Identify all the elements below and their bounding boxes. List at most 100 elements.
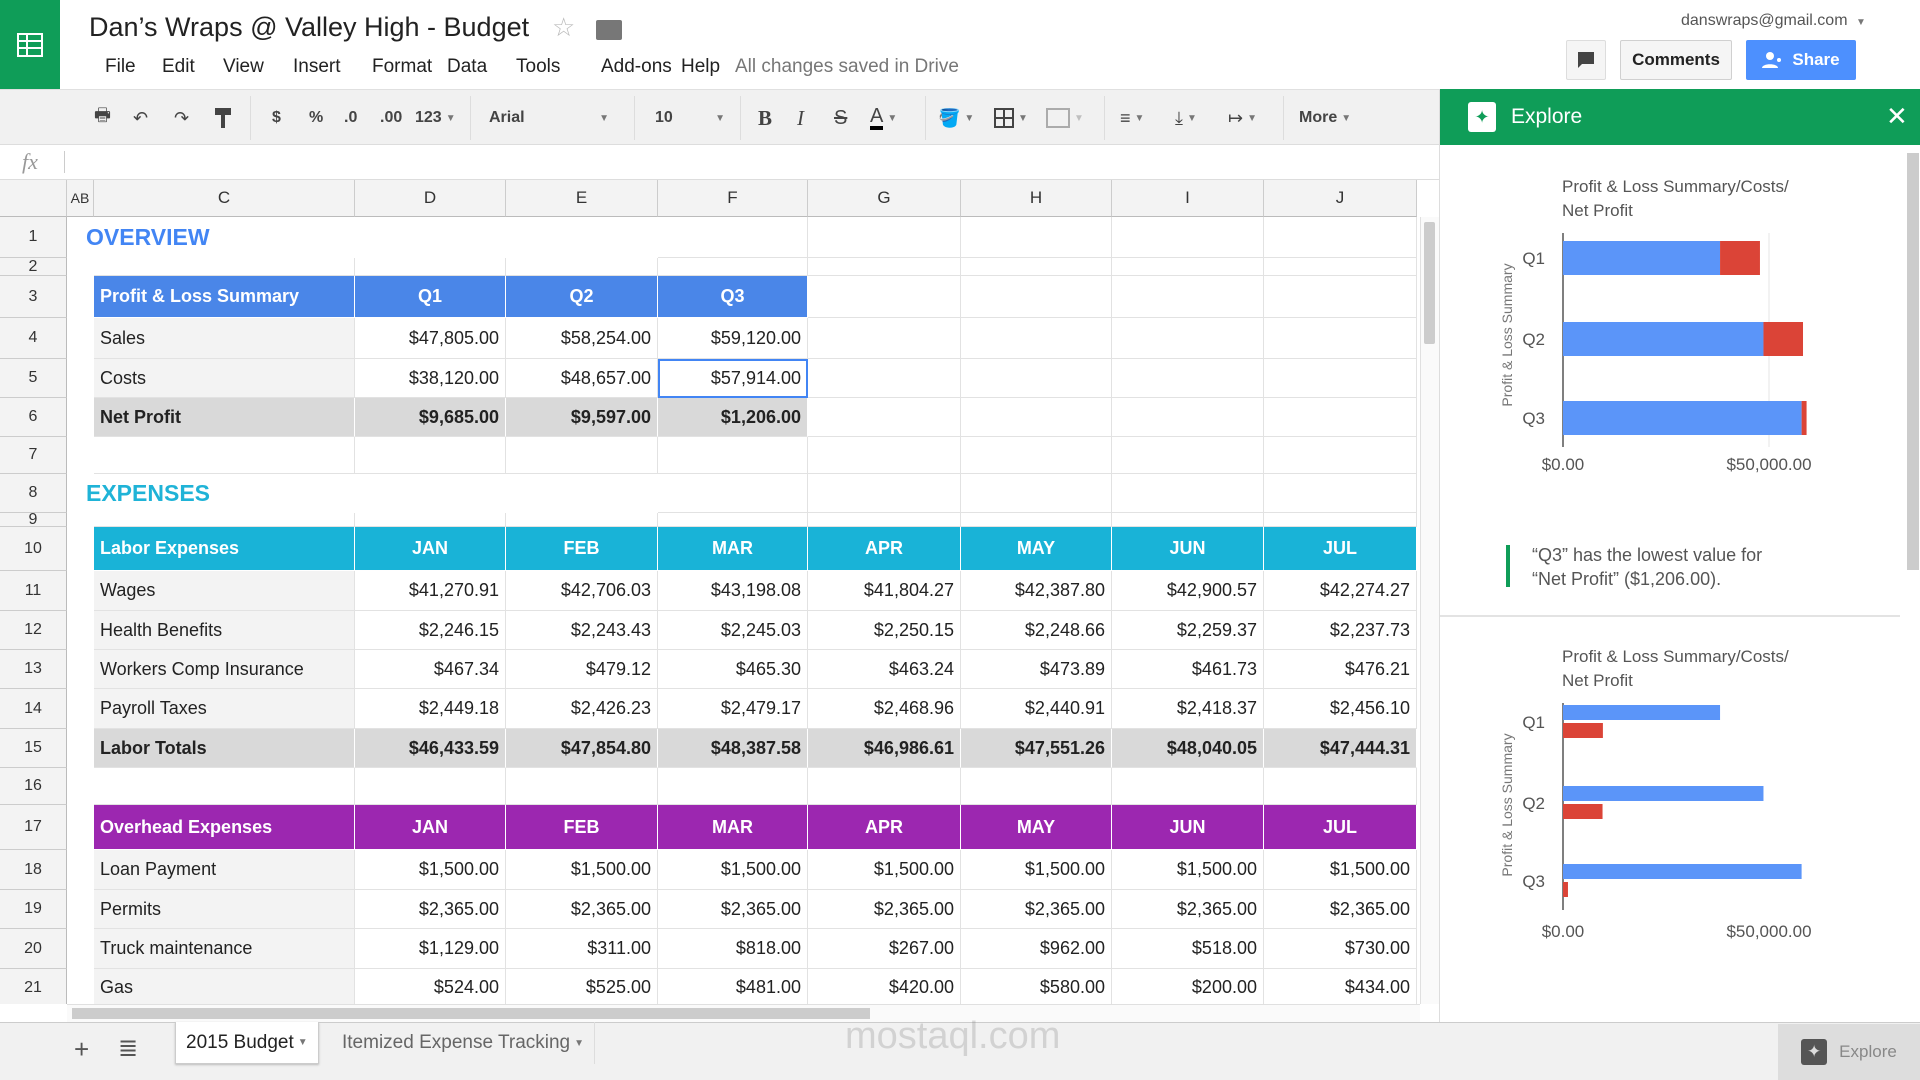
cell[interactable] (506, 437, 658, 474)
row-header[interactable]: 19 (0, 890, 67, 929)
cell[interactable] (355, 768, 506, 805)
menu-help[interactable]: Help (681, 56, 720, 78)
cell[interactable] (961, 258, 1112, 276)
redo-icon[interactable]: ↷ (174, 90, 189, 146)
cell[interactable] (808, 359, 961, 398)
cell[interactable] (94, 258, 355, 276)
currency-format-button[interactable]: $ (272, 90, 281, 146)
cell[interactable] (808, 474, 961, 513)
fill-color-icon[interactable]: 🪣 ▼ (938, 90, 974, 146)
cell[interactable] (94, 768, 355, 805)
total-value[interactable]: $47,551.26 (961, 729, 1112, 768)
row-label[interactable]: Wages (94, 571, 355, 611)
cell[interactable] (961, 359, 1112, 398)
total-value[interactable]: $48,040.05 (1112, 729, 1264, 768)
column-header-c[interactable]: C (94, 180, 355, 217)
menu-tools[interactable]: Tools (516, 56, 560, 78)
cell[interactable] (1112, 768, 1264, 805)
column-header-g[interactable]: G (808, 180, 961, 217)
sheets-logo[interactable] (0, 0, 60, 89)
cell[interactable] (808, 398, 961, 437)
total-value[interactable]: $47,444.31 (1264, 729, 1417, 768)
font-size-select[interactable]: 10 ▼ (655, 90, 725, 146)
star-icon[interactable]: ☆ (552, 12, 575, 43)
font-family-select[interactable]: Arial ▼ (489, 90, 609, 146)
cell[interactable] (961, 768, 1112, 805)
menu-view[interactable]: View (223, 56, 264, 78)
cell[interactable] (1264, 217, 1417, 258)
cell-value[interactable]: $41,270.91 (355, 571, 506, 611)
cell[interactable] (961, 318, 1112, 359)
cell-value[interactable]: $2,365.00 (808, 890, 961, 929)
horizontal-scroll-thumb[interactable] (72, 1008, 870, 1019)
cell-value[interactable]: $2,449.18 (355, 689, 506, 729)
more-button[interactable]: More ▼ (1299, 90, 1351, 146)
cell[interactable] (1112, 276, 1264, 318)
cell-value[interactable]: $2,440.91 (961, 689, 1112, 729)
cell[interactable] (658, 768, 808, 805)
row-label[interactable]: Workers Comp Insurance (94, 650, 355, 689)
cell-value[interactable]: $42,387.80 (961, 571, 1112, 611)
row-label[interactable]: Loan Payment (94, 850, 355, 890)
table-column-header[interactable]: JUN (1112, 527, 1264, 571)
cell-value[interactable]: $42,274.27 (1264, 571, 1417, 611)
cell-value[interactable]: $467.34 (355, 650, 506, 689)
table-column-header[interactable]: MAR (658, 805, 808, 850)
cell-value[interactable]: $1,500.00 (1112, 850, 1264, 890)
cell[interactable] (1264, 513, 1417, 527)
row-header[interactable]: 11 (0, 571, 67, 611)
cell-value[interactable]: $1,129.00 (355, 929, 506, 969)
total-value[interactable]: $46,986.61 (808, 729, 961, 768)
cell-value[interactable]: $2,365.00 (1112, 890, 1264, 929)
total-value[interactable]: $46,433.59 (355, 729, 506, 768)
cell-value[interactable]: $2,250.15 (808, 611, 961, 650)
cell-value[interactable]: $1,500.00 (658, 850, 808, 890)
account-menu[interactable]: danswraps@gmail.com ▼ (1681, 12, 1866, 30)
cell[interactable] (355, 513, 506, 527)
cell[interactable] (1264, 258, 1417, 276)
menu-data[interactable]: Data (447, 56, 487, 78)
cell-value[interactable]: $481.00 (658, 969, 808, 1004)
cell-value[interactable]: $311.00 (506, 929, 658, 969)
column-header-i[interactable]: I (1112, 180, 1264, 217)
cell[interactable] (808, 513, 961, 527)
formula-input[interactable] (75, 151, 1415, 175)
cell[interactable] (1112, 359, 1264, 398)
row-header[interactable]: 12 (0, 611, 67, 650)
all-sheets-icon[interactable]: ≣ (118, 1034, 138, 1063)
italic-button[interactable]: I (797, 90, 804, 146)
column-header-f[interactable]: F (658, 180, 808, 217)
total-value[interactable]: $9,685.00 (355, 398, 506, 437)
cell-value[interactable]: $2,365.00 (961, 890, 1112, 929)
table-column-header[interactable]: Q3 (658, 276, 808, 318)
cell[interactable] (961, 217, 1112, 258)
cell-value[interactable]: $1,500.00 (961, 850, 1112, 890)
cell[interactable] (1264, 276, 1417, 318)
cell[interactable] (1264, 474, 1417, 513)
cell[interactable] (1264, 437, 1417, 474)
row-label[interactable]: Gas (94, 969, 355, 1004)
menu-insert[interactable]: Insert (293, 56, 341, 78)
cell[interactable] (1112, 437, 1264, 474)
table-column-header[interactable]: JUN (1112, 805, 1264, 850)
column-header-h[interactable]: H (961, 180, 1112, 217)
cell[interactable] (658, 513, 808, 527)
cell[interactable] (808, 276, 961, 318)
row-header[interactable]: 14 (0, 689, 67, 729)
borders-icon[interactable]: ▼ (994, 90, 1028, 146)
table-column-header[interactable]: JUL (1264, 527, 1417, 571)
cell-value[interactable]: $1,500.00 (808, 850, 961, 890)
menu-addons[interactable]: Add-ons (601, 56, 672, 78)
add-sheet-icon[interactable]: + (74, 1034, 89, 1065)
cell[interactable] (1112, 318, 1264, 359)
cell-value[interactable]: $1,500.00 (506, 850, 658, 890)
section-title[interactable]: OVERVIEW (80, 217, 480, 258)
row-label[interactable]: Sales (94, 318, 355, 359)
column-header-j[interactable]: J (1264, 180, 1417, 217)
table-header-title[interactable]: Overhead Expenses (94, 805, 355, 850)
cell-value[interactable]: $2,243.43 (506, 611, 658, 650)
cell-value[interactable]: $476.21 (1264, 650, 1417, 689)
row-header[interactable]: 9 (0, 511, 67, 528)
cell[interactable] (658, 437, 808, 474)
cell-value[interactable]: $2,365.00 (355, 890, 506, 929)
